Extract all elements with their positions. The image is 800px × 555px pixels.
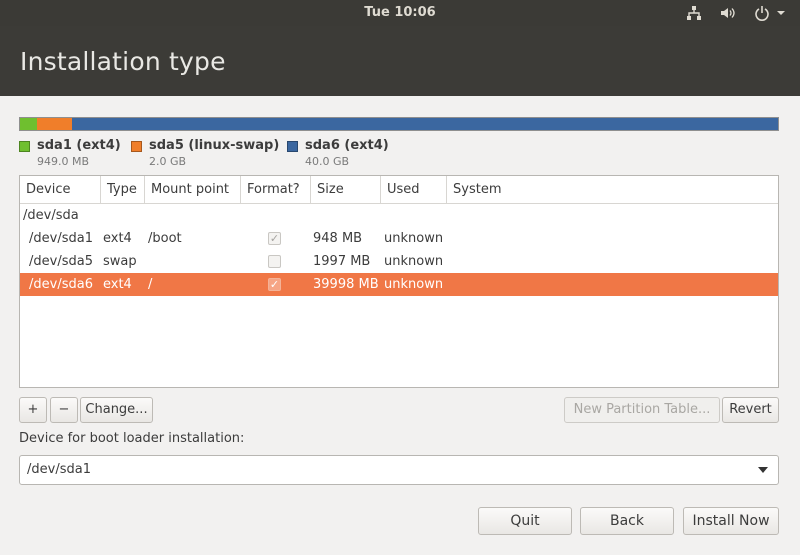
legend-name: sda6 (ext4) [305,138,389,153]
revert-button[interactable]: Revert [722,397,779,423]
table-row[interactable]: /dev/sda5 swap 1997 MB unknown [20,250,778,273]
column-header-used[interactable]: Used [381,176,447,203]
legend-size: 40.0 GB [305,155,350,168]
partition-segment [71,118,778,130]
column-header-size[interactable]: Size [311,176,381,203]
cell-mount: /boot [148,231,182,246]
volume-icon[interactable] [720,5,736,21]
cell-device: /dev/sda6 [29,277,93,292]
format-checkbox[interactable]: ✓ [268,278,281,291]
cell-used: unknown [384,277,444,292]
back-button[interactable]: Back [580,507,674,535]
legend-swatch [131,141,142,152]
quit-button[interactable]: Quit [478,507,572,535]
legend-size: 949.0 MB [37,155,90,168]
table-row-group[interactable]: /dev/sda [20,204,778,227]
boot-loader-value: /dev/sda1 [27,462,91,477]
cell-size: 948 MB [313,231,363,246]
dropdown-arrow-icon[interactable] [758,467,768,473]
column-header-type[interactable]: Type [101,176,145,203]
cell-type: ext4 [103,277,132,292]
legend-swatch [287,141,298,152]
cell-type: ext4 [103,231,132,246]
cell-type: swap [103,254,137,269]
chevron-down-icon[interactable] [776,8,786,18]
page-header: Installation type [0,26,800,96]
install-now-button[interactable]: Install Now [683,507,779,535]
legend-swatch [19,141,30,152]
cell-device: /dev/sda5 [29,254,93,269]
new-partition-table-button[interactable]: New Partition Table... [564,397,720,423]
partition-legend: sda1 (ext4) 949.0 MB sda5 (linux-swap) 2.0 … [19,138,779,168]
add-partition-button[interactable]: + [19,397,47,423]
column-header-system[interactable]: System [447,176,778,203]
cell-used: unknown [384,231,444,246]
format-checkbox[interactable] [268,255,281,268]
partition-table[interactable]: Device Type Mount point Format? Size Use… [19,175,779,388]
page-title: Installation type [20,47,226,76]
partition-segment [36,118,72,130]
boot-loader-label: Device for boot loader installation: [19,431,245,446]
legend-name: sda5 (linux-swap) [149,138,280,153]
change-partition-button[interactable]: Change... [80,397,153,423]
top-panel: Tue 10:06 [0,0,800,26]
column-header-format[interactable]: Format? [241,176,311,203]
cell-size: 39998 MB [313,277,379,292]
format-checkbox[interactable]: ✓ [268,232,281,245]
device-group-label: /dev/sda [23,208,79,223]
clock[interactable]: Tue 10:06 [0,5,800,20]
column-header-mount-point[interactable]: Mount point [145,176,241,203]
power-icon[interactable] [754,5,770,21]
partition-segment [20,118,37,130]
cell-mount: / [148,277,153,292]
cell-size: 1997 MB [313,254,371,269]
table-row[interactable]: /dev/sda6 ext4 / 39998 MB unknown ✓ [20,273,778,296]
system-tray [686,4,786,22]
remove-partition-button[interactable]: − [50,397,78,423]
boot-loader-select[interactable]: /dev/sda1 [19,455,779,485]
network-icon[interactable] [686,5,702,21]
legend-size: 2.0 GB [149,155,187,168]
cell-used: unknown [384,254,444,269]
table-header: Device Type Mount point Format? Size Use… [20,176,778,204]
table-row[interactable]: /dev/sda1 ext4/boot 948 MB unknown ✓ [20,227,778,250]
legend-name: sda1 (ext4) [37,138,121,153]
column-header-device[interactable]: Device [20,176,101,203]
cell-device: /dev/sda1 [29,231,93,246]
partition-bar [19,117,779,131]
